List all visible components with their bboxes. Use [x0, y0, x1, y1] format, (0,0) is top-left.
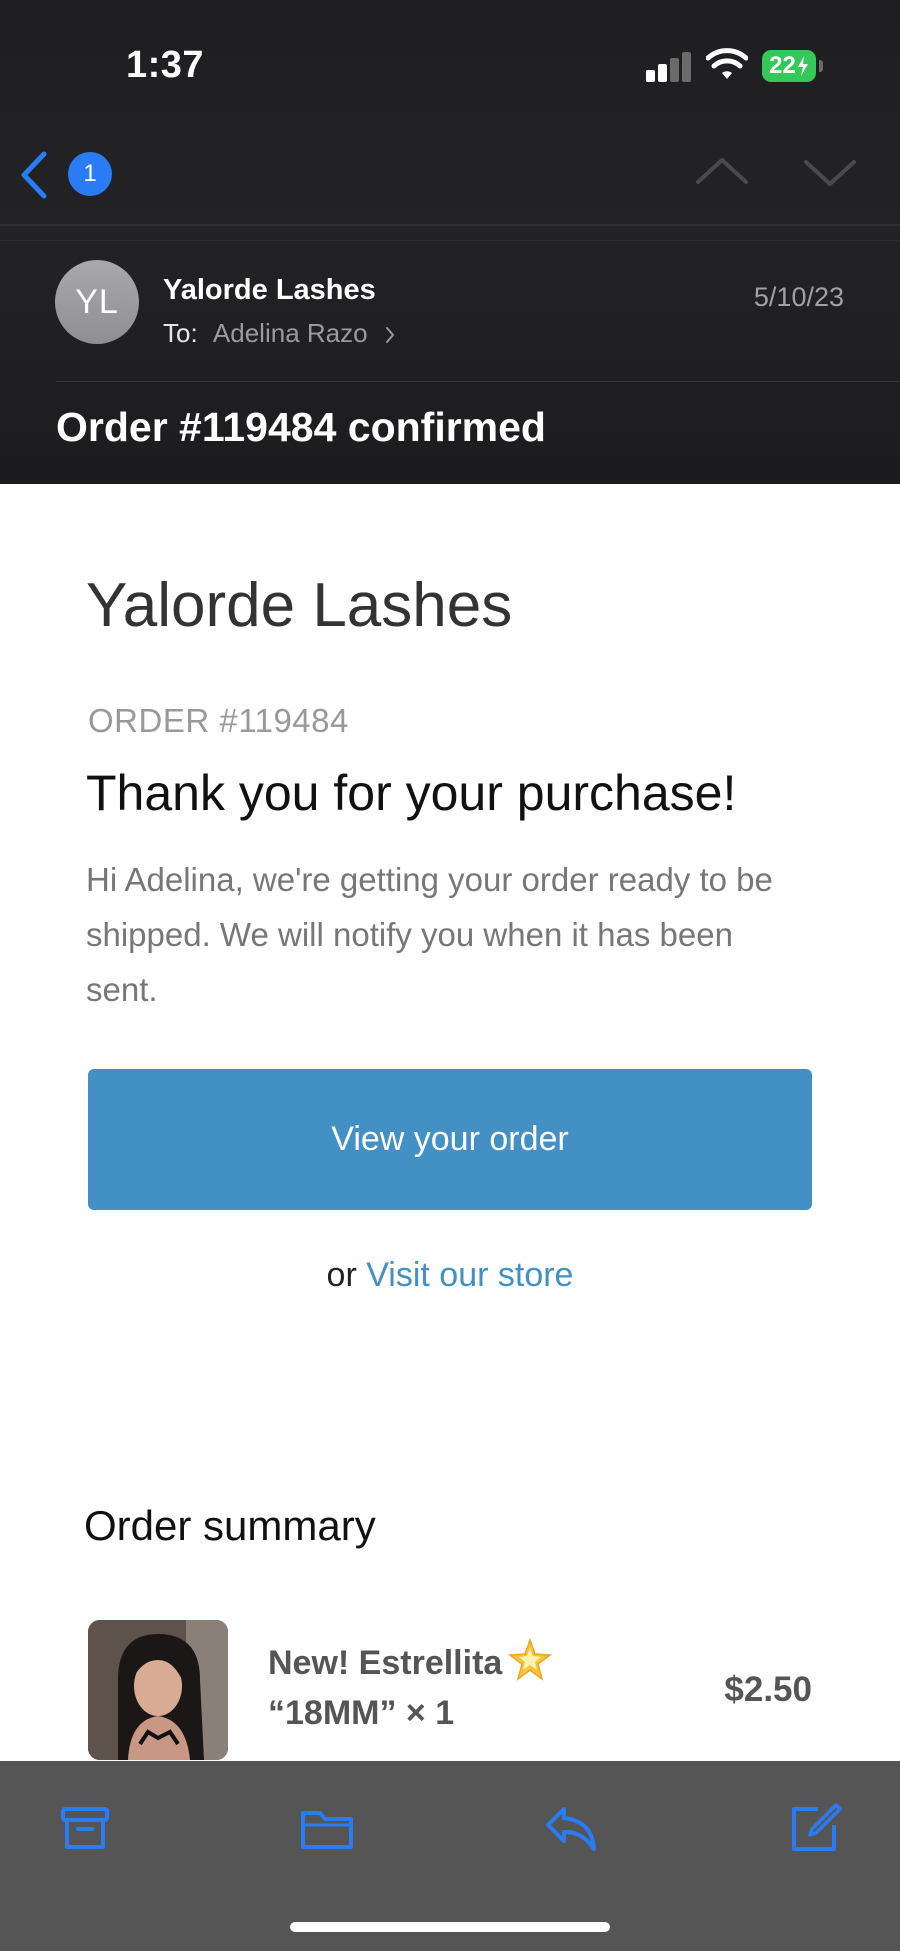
thank-you-heading: Thank you for your purchase!: [86, 765, 737, 821]
battery-nub: [819, 60, 823, 72]
back-chevron-icon[interactable]: [18, 150, 50, 200]
product-variant: “18MM” × 1: [268, 1694, 455, 1732]
product-title: New! Estrellita: [268, 1644, 503, 1682]
message-date: 5/10/23: [753, 282, 844, 312]
message-subject: Order #119484 confirmed: [56, 404, 546, 450]
recipient-name: Adelina Razo: [212, 318, 368, 348]
battery-level: 22: [769, 52, 796, 79]
unread-count-badge[interactable]: 1: [68, 152, 112, 196]
order-number: ORDER #119484: [88, 702, 349, 739]
visit-store-link[interactable]: Visit our store: [366, 1256, 573, 1294]
product-price: $2.50: [724, 1670, 812, 1709]
header-divider: [56, 381, 900, 382]
view-order-button[interactable]: View your order: [88, 1069, 812, 1210]
next-message-chevron-down-icon[interactable]: [802, 152, 858, 192]
status-bar: 1:37 22: [0, 0, 900, 130]
status-time: 1:37: [126, 44, 205, 86]
product-name: New! Estrellita “18MM” × 1: [268, 1638, 608, 1738]
reply-icon[interactable]: [544, 1801, 598, 1855]
wifi-icon: [706, 48, 748, 79]
home-indicator[interactable]: [290, 1922, 610, 1932]
nav-divider: [0, 224, 900, 226]
charging-bolt-icon: [797, 56, 808, 76]
sender-name[interactable]: Yalorde Lashes: [163, 274, 376, 307]
archive-icon[interactable]: [58, 1801, 112, 1855]
sender-avatar[interactable]: YL: [55, 260, 139, 344]
compose-icon[interactable]: [788, 1801, 842, 1855]
message-header: YL Yalorde Lashes To: Adelina Razo 5/10/…: [0, 256, 900, 376]
or-text: or: [326, 1256, 357, 1294]
mail-nav-bar: 1: [0, 130, 900, 226]
folder-icon[interactable]: [300, 1801, 354, 1855]
order-summary-title: Order summary: [84, 1502, 376, 1549]
store-name: Yalorde Lashes: [86, 571, 513, 640]
star-emoji-icon: [508, 1638, 553, 1681]
product-thumbnail: [88, 1620, 228, 1760]
order-message: Hi Adelina, we're getting your order rea…: [86, 861, 773, 1008]
previous-message-chevron-up-icon[interactable]: [694, 152, 750, 192]
nav-divider-secondary: [0, 240, 900, 241]
recipient-line[interactable]: To: Adelina Razo: [163, 318, 395, 349]
store-link-line: or Visit our store: [0, 1256, 900, 1295]
chevron-right-icon: [385, 327, 395, 344]
cellular-signal-icon: [646, 52, 692, 82]
to-label: To:: [163, 318, 198, 348]
battery-icon: 22: [762, 50, 816, 82]
